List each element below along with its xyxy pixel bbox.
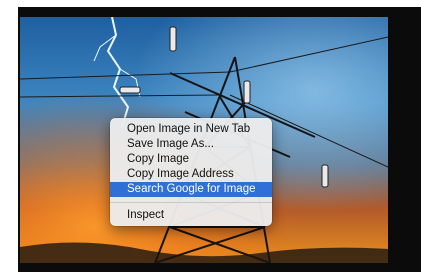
menu-copy-image[interactable]: Copy Image bbox=[110, 152, 272, 167]
menu-inspect[interactable]: Inspect bbox=[110, 208, 272, 223]
menu-search-google-for-image[interactable]: Search Google for Image bbox=[110, 182, 272, 197]
context-menu: Open Image in New Tab Save Image As... C… bbox=[110, 118, 272, 226]
menu-copy-image-address[interactable]: Copy Image Address bbox=[110, 167, 272, 182]
menu-separator bbox=[110, 202, 272, 203]
menu-save-image-as[interactable]: Save Image As... bbox=[110, 137, 272, 152]
menu-open-image-new-tab[interactable]: Open Image in New Tab bbox=[110, 122, 272, 137]
